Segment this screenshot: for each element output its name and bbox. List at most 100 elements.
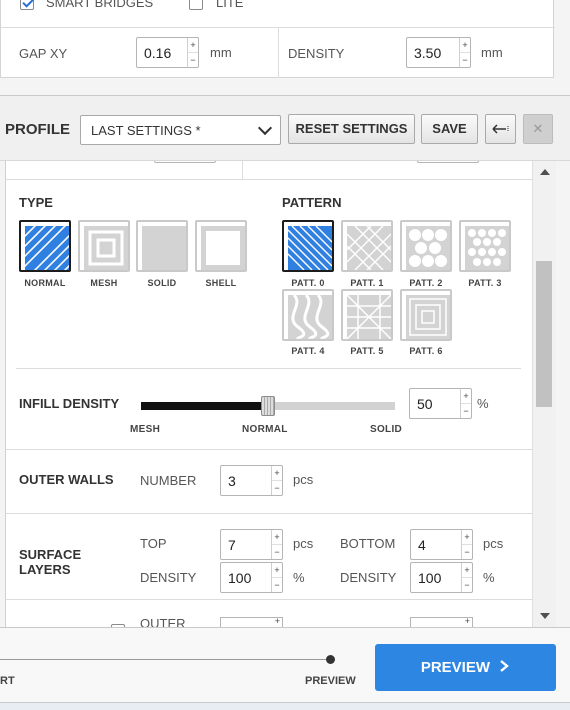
- lite-label: LITE: [216, 0, 244, 10]
- partial-outer-label: OUTER: [140, 616, 186, 627]
- pattern-1-icon: [347, 226, 391, 270]
- save-button[interactable]: SAVE: [421, 114, 478, 144]
- outer-walls-title: OUTER WALLS: [19, 472, 114, 487]
- top-density-spinner[interactable]: 100 + −: [220, 562, 283, 593]
- gap-density-row: GAP XY 0.16 + − mm DENSITY 3.50 + − mm: [1, 28, 555, 78]
- decrement-icon[interactable]: −: [461, 404, 471, 419]
- scroll-up-arrow-icon[interactable]: [540, 169, 550, 175]
- top-layers-spinner[interactable]: 7 + −: [220, 529, 283, 560]
- outer-walls-spinner[interactable]: 3 + −: [220, 465, 283, 496]
- type-solid-tile[interactable]: [136, 220, 188, 272]
- scrollbar-thumb[interactable]: [536, 261, 552, 407]
- decrement-icon[interactable]: −: [188, 53, 198, 68]
- pattern-2-icon: [406, 226, 450, 270]
- pattern-0-icon: [288, 226, 332, 270]
- decrement-icon[interactable]: −: [462, 545, 472, 560]
- infill-density-value: 50: [417, 396, 433, 412]
- pattern-4-tile[interactable]: [282, 289, 334, 341]
- gap-xy-label: GAP XY: [19, 46, 68, 61]
- bottom-label: BOTTOM: [340, 536, 396, 551]
- progress-track: [0, 659, 330, 660]
- increment-icon[interactable]: +: [462, 530, 472, 545]
- slider-label-mesh: MESH: [130, 424, 161, 435]
- progress-step-dot: [326, 655, 335, 664]
- increment-icon[interactable]: +: [462, 563, 472, 578]
- density-value: 3.50: [414, 45, 442, 61]
- increment-icon: +: [274, 616, 280, 626]
- pattern-3-tile[interactable]: [459, 220, 511, 272]
- close-button[interactable]: ✕: [523, 114, 553, 144]
- footer-bar: RT PREVIEW PREVIEW: [0, 627, 570, 703]
- lite-checkbox[interactable]: [189, 0, 203, 10]
- type-shell-caption: SHELL: [205, 278, 237, 288]
- reset-settings-button[interactable]: RESET SETTINGS: [288, 114, 415, 144]
- infill-density-slider[interactable]: [141, 396, 395, 416]
- spinner-arrows: + −: [187, 38, 198, 67]
- pattern-0-tile[interactable]: [282, 220, 334, 272]
- top-density-unit: %: [293, 570, 305, 585]
- infill-density-spinner[interactable]: 50 + −: [409, 388, 472, 419]
- arrow-left-icon: [491, 124, 508, 134]
- pattern-3-caption: PATT. 3: [468, 278, 502, 288]
- infill-density-title: INFILL DENSITY: [19, 396, 120, 411]
- profile-select[interactable]: LAST SETTINGS *: [80, 115, 281, 145]
- type-title: TYPE: [19, 195, 53, 210]
- bottom-density-value: 100: [418, 570, 442, 586]
- section-separator: [16, 368, 521, 369]
- scroll-down-arrow-icon[interactable]: [540, 613, 550, 619]
- divider: [242, 161, 243, 179]
- decrement-icon[interactable]: −: [460, 53, 470, 68]
- spinner-arrows: + −: [460, 389, 471, 418]
- surface-layers-title-line2: LAYERS: [19, 562, 71, 577]
- pattern-2-tile[interactable]: [400, 220, 452, 272]
- import-button[interactable]: [485, 114, 516, 144]
- type-shell-tile[interactable]: [195, 220, 247, 272]
- spinner-arrows: + −: [271, 563, 282, 592]
- window-bottom-edge: [0, 703, 570, 710]
- slider-thumb[interactable]: [261, 396, 275, 416]
- bottom-layers-unit: pcs: [483, 536, 504, 551]
- gap-xy-value: 0.16: [144, 45, 172, 61]
- pattern-6-tile[interactable]: [400, 289, 452, 341]
- section-separator: [6, 599, 532, 600]
- decrement-icon[interactable]: −: [272, 481, 282, 496]
- spinner-arrows: + −: [459, 38, 470, 67]
- density-spinner[interactable]: 3.50 + −: [406, 37, 471, 68]
- chevron-right-icon: [500, 660, 510, 672]
- preview-button[interactable]: PREVIEW: [375, 644, 556, 691]
- increment-icon[interactable]: +: [461, 389, 471, 404]
- profile-bar: PROFILE LAST SETTINGS * RESET SETTINGS S…: [0, 95, 570, 161]
- increment-icon[interactable]: +: [272, 466, 282, 481]
- increment-icon[interactable]: +: [272, 530, 282, 545]
- type-mesh-tile[interactable]: [78, 220, 130, 272]
- normal-infill-icon: [25, 226, 69, 270]
- increment-icon[interactable]: +: [188, 38, 198, 53]
- gap-xy-spinner[interactable]: 0.16 + −: [136, 37, 199, 68]
- density-label: DENSITY: [288, 46, 345, 61]
- decrement-icon[interactable]: −: [272, 578, 282, 593]
- increment-icon[interactable]: +: [272, 563, 282, 578]
- decrement-icon[interactable]: −: [462, 578, 472, 593]
- section-separator: [6, 513, 532, 514]
- section-separator: [6, 449, 532, 450]
- bottom-layers-spinner[interactable]: 4 + −: [410, 529, 473, 560]
- slider-label-normal: NORMAL: [242, 424, 288, 435]
- density-unit: mm: [481, 45, 503, 60]
- spinner-arrows: + −: [461, 563, 472, 592]
- gap-xy-unit: mm: [210, 45, 232, 60]
- settings-scrollbar[interactable]: [532, 161, 556, 627]
- profile-label: PROFILE: [5, 121, 71, 138]
- shell-infill-icon: [201, 226, 245, 270]
- pattern-1-tile[interactable]: [341, 220, 393, 272]
- start-step-label: RT: [0, 675, 15, 687]
- pattern-5-tile[interactable]: [341, 289, 393, 341]
- smart-bridges-checkbox[interactable]: [20, 0, 34, 10]
- smart-bridges-label: SMART BRIDGES: [46, 0, 154, 10]
- increment-icon[interactable]: +: [460, 38, 470, 53]
- decrement-icon[interactable]: −: [272, 545, 282, 560]
- spinner-arrows: + −: [461, 530, 472, 559]
- type-normal-tile[interactable]: [19, 220, 71, 272]
- bottom-density-spinner[interactable]: 100 + −: [410, 562, 473, 593]
- pattern-6-caption: PATT. 6: [409, 346, 443, 356]
- chevron-down-icon: [257, 120, 273, 136]
